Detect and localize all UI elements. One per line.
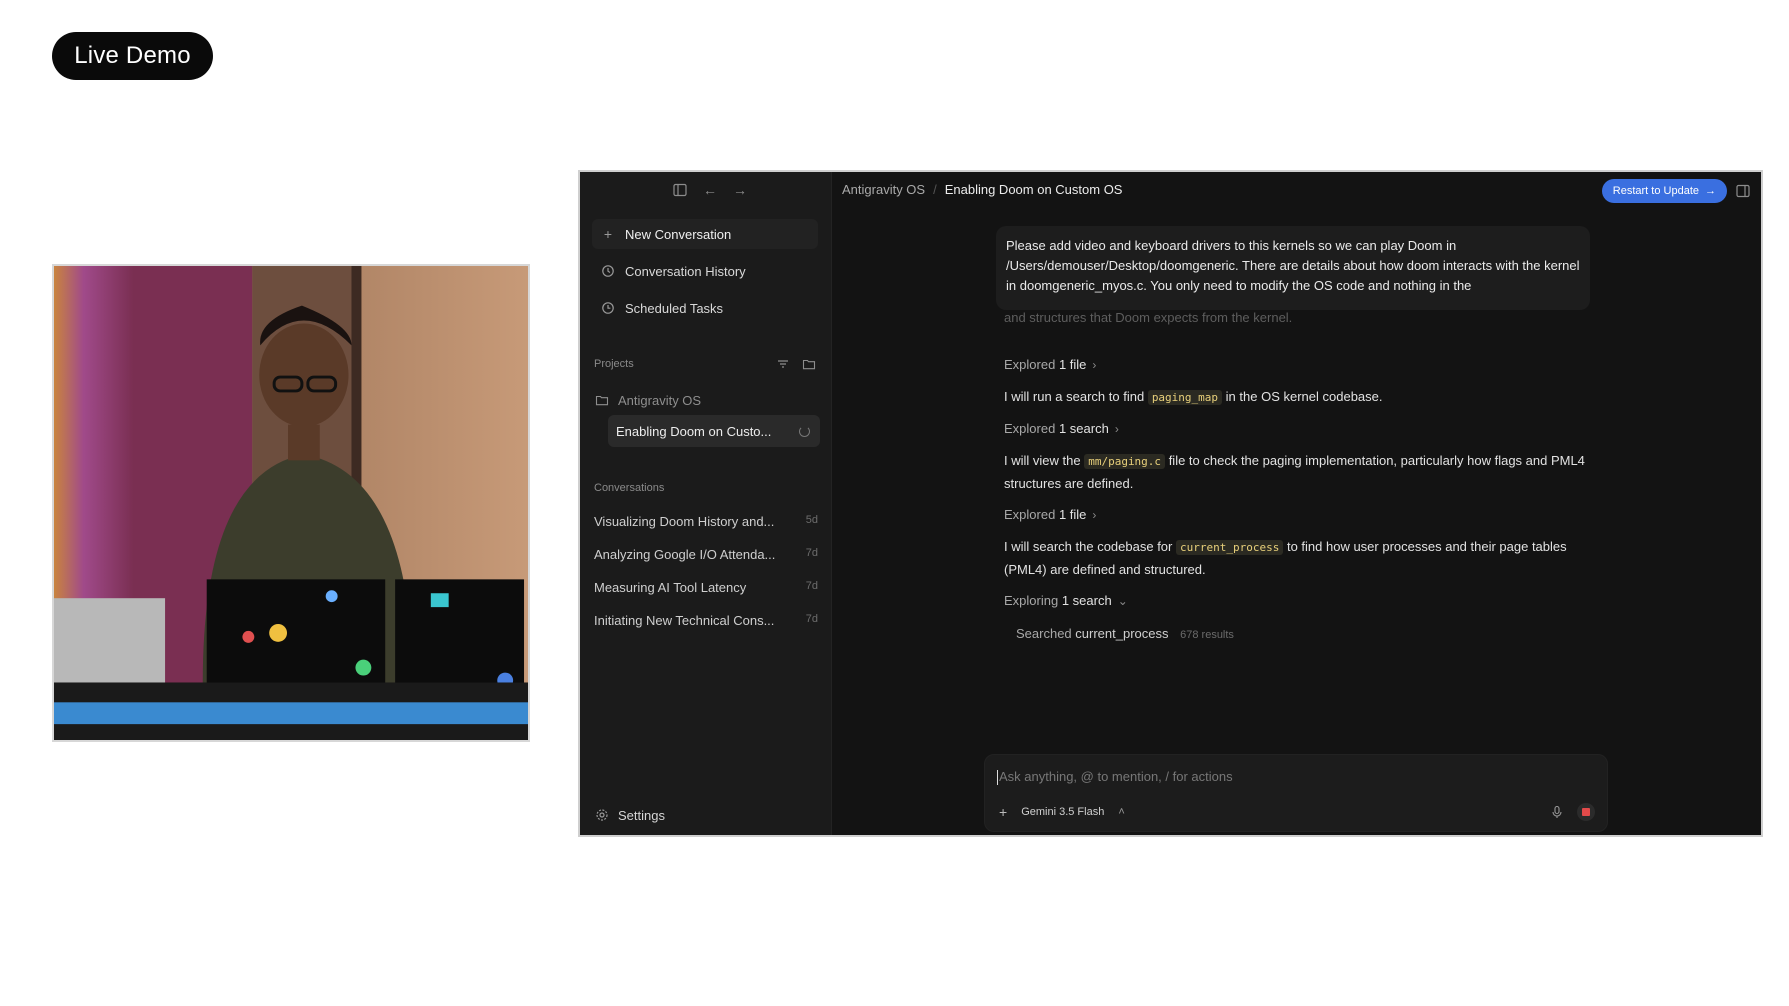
inline-code: paging_map: [1147, 390, 1223, 405]
message-text: I will search the codebase for: [1004, 539, 1173, 554]
project-conversation-item[interactable]: Enabling Doom on Custo...: [608, 415, 820, 447]
step-prefix: Explored: [1004, 507, 1056, 522]
conversation-history-button[interactable]: Conversation History: [592, 256, 818, 286]
text-cursor: [997, 770, 998, 786]
chat-input[interactable]: Ask anything, @ to mention, / for action…: [997, 769, 1233, 786]
presenter-photo: [54, 266, 528, 740]
explored-step[interactable]: Explored 1 search ›: [1004, 418, 1594, 440]
search-result-row: Searched current_process 678 results: [1016, 626, 1234, 641]
inline-code: current_process: [1176, 540, 1284, 555]
step-prefix: Explored: [1004, 421, 1056, 436]
nav-label: Conversation History: [625, 263, 746, 279]
presentation-slide: Live Demo ← → + New Conversation Convers…: [0, 0, 1789, 1006]
sidebar-toggle-icon[interactable]: [672, 182, 688, 198]
chat-input-box[interactable]: Ask anything, @ to mention, / for action…: [984, 754, 1608, 832]
settings-label: Settings: [618, 807, 665, 823]
breadcrumb-conversation: Enabling Doom on Custom OS: [944, 182, 1123, 197]
breadcrumb-project[interactable]: Antigravity OS: [842, 182, 925, 197]
input-placeholder: Ask anything, @ to mention, / for action…: [999, 769, 1233, 784]
result-count: 678 results: [1180, 629, 1234, 641]
project-name: Antigravity OS: [618, 392, 702, 408]
chevron-up-icon: ˄: [1118, 806, 1125, 818]
history-icon: [600, 263, 616, 279]
app-window: ← → + New Conversation Conversation Hist…: [578, 170, 1763, 837]
model-selector[interactable]: + Gemini 3.5 Flash ˄: [999, 804, 1125, 820]
conversation-age: 5d: [805, 514, 818, 526]
settings-button[interactable]: Settings: [594, 807, 665, 823]
chevron-right-icon: ›: [1114, 422, 1119, 436]
stop-button[interactable]: [1577, 803, 1595, 821]
agent-message: I will run a search to find paging_map i…: [1004, 386, 1594, 409]
window-controls: ← →: [672, 182, 748, 198]
conversation-item[interactable]: Initiating New Technical Cons... 7d: [594, 613, 818, 628]
step-value: 1 file: [1058, 507, 1087, 522]
loading-spinner-icon: [799, 425, 810, 437]
chevron-down-icon: ⌄: [1117, 594, 1128, 608]
step-prefix: Exploring: [1004, 593, 1059, 608]
folder-icon: [594, 392, 610, 408]
filter-icon[interactable]: [775, 356, 791, 372]
message-text: I will run a search to find: [1004, 389, 1145, 404]
restart-to-update-button[interactable]: Restart to Update →: [1601, 179, 1727, 203]
agent-text-faded: and structures that Doom expects from th…: [1004, 310, 1293, 325]
user-message: Please add video and keyboard drivers to…: [996, 226, 1590, 310]
microphone-icon[interactable]: [1549, 804, 1565, 820]
project-conversation-label: Enabling Doom on Custo...: [616, 423, 772, 439]
conversation-age: 7d: [805, 580, 818, 592]
step-prefix: Explored: [1004, 357, 1056, 372]
right-panel-toggle-icon[interactable]: [1735, 183, 1751, 199]
agent-message: I will search the codebase for current_p…: [1004, 536, 1594, 581]
step-value: 1 search: [1061, 593, 1112, 608]
new-folder-icon[interactable]: [801, 356, 817, 372]
input-toolbar: + Gemini 3.5 Flash ˄: [999, 803, 1595, 821]
live-demo-badge: Live Demo: [52, 32, 213, 80]
agent-message: I will view the mm/paging.c file to chec…: [1004, 450, 1594, 495]
conversation-title: Initiating New Technical Cons...: [594, 613, 775, 628]
restart-label: Restart to Update: [1612, 185, 1699, 197]
searched-term: current_process: [1075, 626, 1169, 641]
conversation-item[interactable]: Measuring AI Tool Latency 7d: [594, 580, 818, 595]
searched-prefix: Searched: [1016, 626, 1072, 641]
nav-label: New Conversation: [625, 226, 732, 242]
presenter-camera-feed: [52, 264, 530, 742]
stop-icon: [1582, 808, 1590, 816]
chevron-right-icon: ›: [1092, 358, 1097, 372]
input-actions: [1549, 803, 1595, 821]
new-conversation-button[interactable]: + New Conversation: [592, 219, 818, 249]
back-arrow-icon[interactable]: ←: [702, 182, 718, 198]
message-text: in the OS kernel codebase.: [1225, 389, 1383, 404]
conversation-title: Analyzing Google I/O Attenda...: [594, 547, 776, 562]
scheduled-tasks-button[interactable]: Scheduled Tasks: [592, 293, 818, 323]
arrow-right-icon: →: [1705, 185, 1716, 197]
plus-icon: +: [603, 226, 613, 242]
conversation-age: 7d: [805, 547, 818, 559]
project-antigravity-os[interactable]: Antigravity OS: [594, 392, 701, 408]
breadcrumb-separator: /: [933, 182, 937, 197]
model-name[interactable]: Gemini 3.5 Flash: [1021, 806, 1104, 818]
add-attachment-icon[interactable]: +: [999, 804, 1007, 820]
breadcrumb: Antigravity OS / Enabling Doom on Custom…: [842, 182, 1122, 197]
conversation-item[interactable]: Analyzing Google I/O Attenda... 7d: [594, 547, 818, 562]
forward-arrow-icon[interactable]: →: [732, 182, 748, 198]
conversation-title: Visualizing Doom History and...: [594, 514, 775, 529]
main-panel: Antigravity OS / Enabling Doom on Custom…: [832, 172, 1761, 835]
inline-code: mm/paging.c: [1084, 454, 1166, 469]
projects-tools: [775, 356, 817, 372]
chevron-right-icon: ›: [1092, 508, 1097, 522]
explored-step[interactable]: Explored 1 file ›: [1004, 504, 1594, 526]
conversation-item[interactable]: Visualizing Doom History and... 5d: [594, 514, 818, 529]
step-value: 1 search: [1058, 421, 1109, 436]
gear-icon: [594, 807, 610, 823]
conversation-title: Measuring AI Tool Latency: [594, 580, 747, 595]
step-value: 1 file: [1058, 357, 1087, 372]
clock-icon: [600, 300, 616, 316]
message-text: I will view the: [1004, 453, 1081, 468]
explored-step[interactable]: Explored 1 file ›: [1004, 354, 1594, 376]
nav-label: Scheduled Tasks: [625, 300, 724, 316]
sidebar: ← → + New Conversation Conversation Hist…: [580, 172, 832, 835]
conversations-heading: Conversations: [594, 482, 665, 494]
projects-heading: Projects: [594, 358, 634, 370]
exploring-step[interactable]: Exploring 1 search ⌄: [1004, 590, 1594, 612]
conversation-age: 7d: [805, 613, 818, 625]
